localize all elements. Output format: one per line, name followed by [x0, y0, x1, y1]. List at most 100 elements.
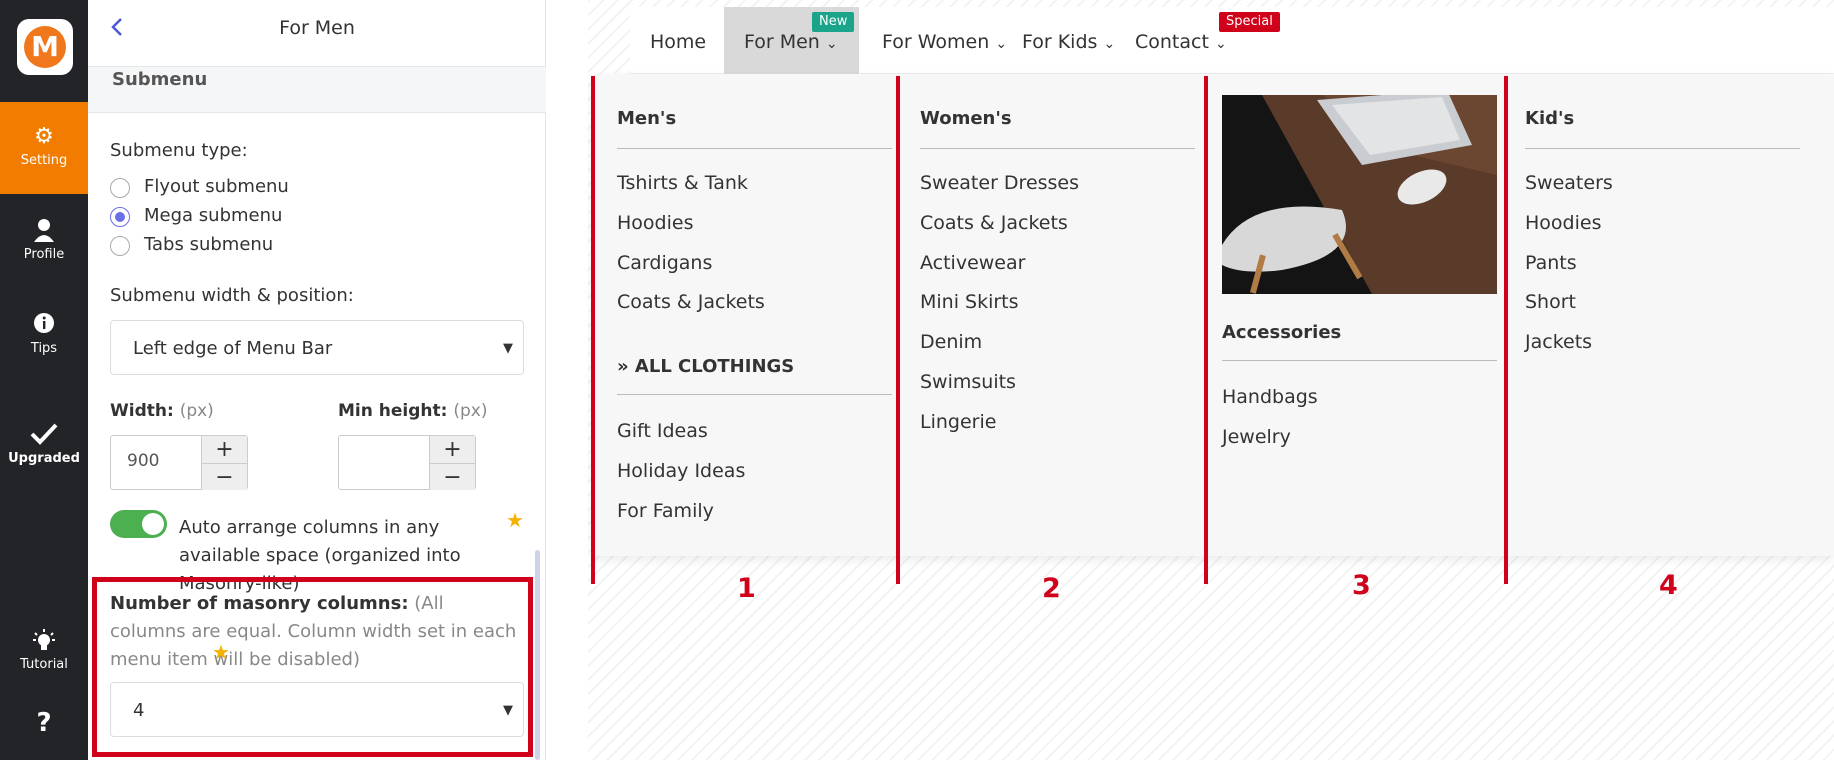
min-height-label: Min height: (px) [338, 401, 487, 421]
info-icon [0, 312, 88, 338]
column-separator [1204, 76, 1208, 584]
sidebar-item-setting[interactable]: ⚙ Setting [0, 102, 88, 194]
menu-link[interactable]: Swimsuits [920, 371, 1016, 393]
gear-icon: ⚙ [34, 124, 54, 149]
min-height-unit: (px) [453, 401, 488, 421]
column-number: 1 [737, 573, 756, 604]
divider [1525, 148, 1800, 149]
select-value: Left edge of Menu Bar [133, 338, 333, 359]
user-icon [0, 218, 88, 244]
sidebar-item-upgraded[interactable]: Upgraded [0, 422, 88, 466]
divider [920, 148, 1195, 149]
menu-link[interactable]: Cardigans [617, 252, 712, 274]
menu-link[interactable]: Tshirts & Tank [617, 172, 748, 194]
subheading-label: ALL CLOTHINGS [634, 356, 795, 377]
width-position-label: Submenu width & position: [110, 285, 354, 306]
column-subheading[interactable]: » ALL CLOTHINGS [617, 356, 794, 377]
width-value: 900 [127, 451, 160, 471]
radio-label: Mega submenu [144, 205, 283, 226]
submenu-type-label: Submenu type: [110, 140, 248, 161]
divider [617, 394, 892, 395]
badge-new: New [812, 12, 855, 32]
decrement-button[interactable]: − [201, 463, 247, 490]
menu-link[interactable]: Jackets [1525, 331, 1592, 353]
menu-link[interactable]: Denim [920, 331, 982, 353]
mega-submenu [593, 74, 1834, 556]
nav-label: Contact [1135, 31, 1209, 53]
double-chevron-icon: » [617, 356, 629, 377]
sidebar-item-tips[interactable]: Tips [0, 312, 88, 356]
menu-link[interactable]: Short [1525, 291, 1576, 313]
menu-link[interactable]: Sweater Dresses [920, 172, 1079, 194]
column-separator [591, 76, 595, 584]
menu-link[interactable]: For Family [617, 500, 714, 522]
back-chevron-icon[interactable] [110, 16, 124, 44]
column-separator [896, 76, 900, 584]
section-header: Submenu [88, 67, 546, 113]
increment-button[interactable]: + [429, 436, 475, 463]
menu-link[interactable]: Sweaters [1525, 172, 1613, 194]
sidebar-item-label: Tutorial [20, 657, 68, 672]
caret-down-icon: ▼ [503, 341, 513, 356]
menu-link[interactable]: Gift Ideas [617, 420, 708, 442]
star-icon: ★ [506, 508, 524, 532]
menu-link[interactable]: Mini Skirts [920, 291, 1019, 313]
sidebar-item-label: Tips [30, 341, 58, 356]
sidebar-item-label: Upgraded [8, 451, 80, 466]
badge-special: Special [1219, 12, 1280, 32]
width-unit: (px) [179, 401, 214, 421]
column-heading[interactable]: Men's [617, 108, 676, 129]
decrement-button[interactable]: − [429, 463, 475, 490]
radio-label: Tabs submenu [144, 234, 274, 255]
scrollbar[interactable] [535, 550, 540, 760]
sidebar-item-label: Setting [20, 153, 68, 168]
menu-link[interactable]: Hoodies [617, 212, 693, 234]
nav-label: Home [650, 31, 707, 53]
menu-link[interactable]: Jewelry [1222, 426, 1291, 448]
column-heading[interactable]: Accessories [1222, 322, 1341, 343]
app-logo[interactable]: M [17, 19, 73, 75]
radio-label: Flyout submenu [144, 176, 289, 197]
nav-label: For Women [882, 31, 990, 53]
column-number: 3 [1352, 570, 1371, 601]
menu-link[interactable]: Pants [1525, 252, 1577, 274]
divider [1222, 360, 1497, 361]
bulb-icon [0, 628, 88, 654]
question-icon[interactable]: ? [0, 708, 88, 738]
menu-link[interactable]: Coats & Jackets [920, 212, 1068, 234]
desk-photo [1222, 95, 1497, 294]
width-stepper[interactable]: 900 + − [110, 435, 248, 490]
width-label: Width: (px) [110, 401, 214, 421]
menu-link[interactable]: Lingerie [920, 411, 996, 433]
chevron-down-icon: ⌄ [825, 36, 838, 52]
min-height-stepper[interactable]: + − [338, 435, 476, 490]
menu-link[interactable]: Holiday Ideas [617, 460, 745, 482]
nav-home[interactable]: Home [630, 7, 726, 74]
auto-arrange-toggle[interactable] [110, 510, 167, 538]
sidebar-item-profile[interactable]: Profile [0, 218, 88, 262]
divider [617, 148, 892, 149]
check-icon [0, 422, 88, 448]
sidebar-item-tutorial[interactable]: Tutorial [0, 628, 88, 672]
chevron-down-icon: ⌄ [1103, 36, 1116, 52]
nav-label: For Men [744, 31, 820, 53]
column-heading[interactable]: Kid's [1525, 108, 1574, 129]
radio-button[interactable] [110, 178, 130, 198]
menu-link[interactable]: Coats & Jackets [617, 291, 765, 313]
column-number: 4 [1659, 570, 1678, 601]
radio-button-selected[interactable] [110, 207, 130, 227]
sidebar: M ⚙ Setting Profile Tips Upgraded Tutori… [0, 0, 88, 760]
column-separator [1504, 76, 1508, 584]
width-position-select[interactable]: Left edge of Menu Bar ▼ [110, 320, 524, 375]
highlight-box [92, 577, 533, 757]
menu-link[interactable]: Handbags [1222, 386, 1318, 408]
panel-title: For Men [88, 0, 546, 67]
column-heading[interactable]: Women's [920, 108, 1012, 129]
logo-mark: M [24, 26, 66, 68]
increment-button[interactable]: + [201, 436, 247, 463]
column-number: 2 [1042, 573, 1061, 604]
radio-button[interactable] [110, 236, 130, 256]
menu-link[interactable]: Hoodies [1525, 212, 1601, 234]
menu-link[interactable]: Activewear [920, 252, 1025, 274]
width-label-text: Width: [110, 401, 174, 421]
